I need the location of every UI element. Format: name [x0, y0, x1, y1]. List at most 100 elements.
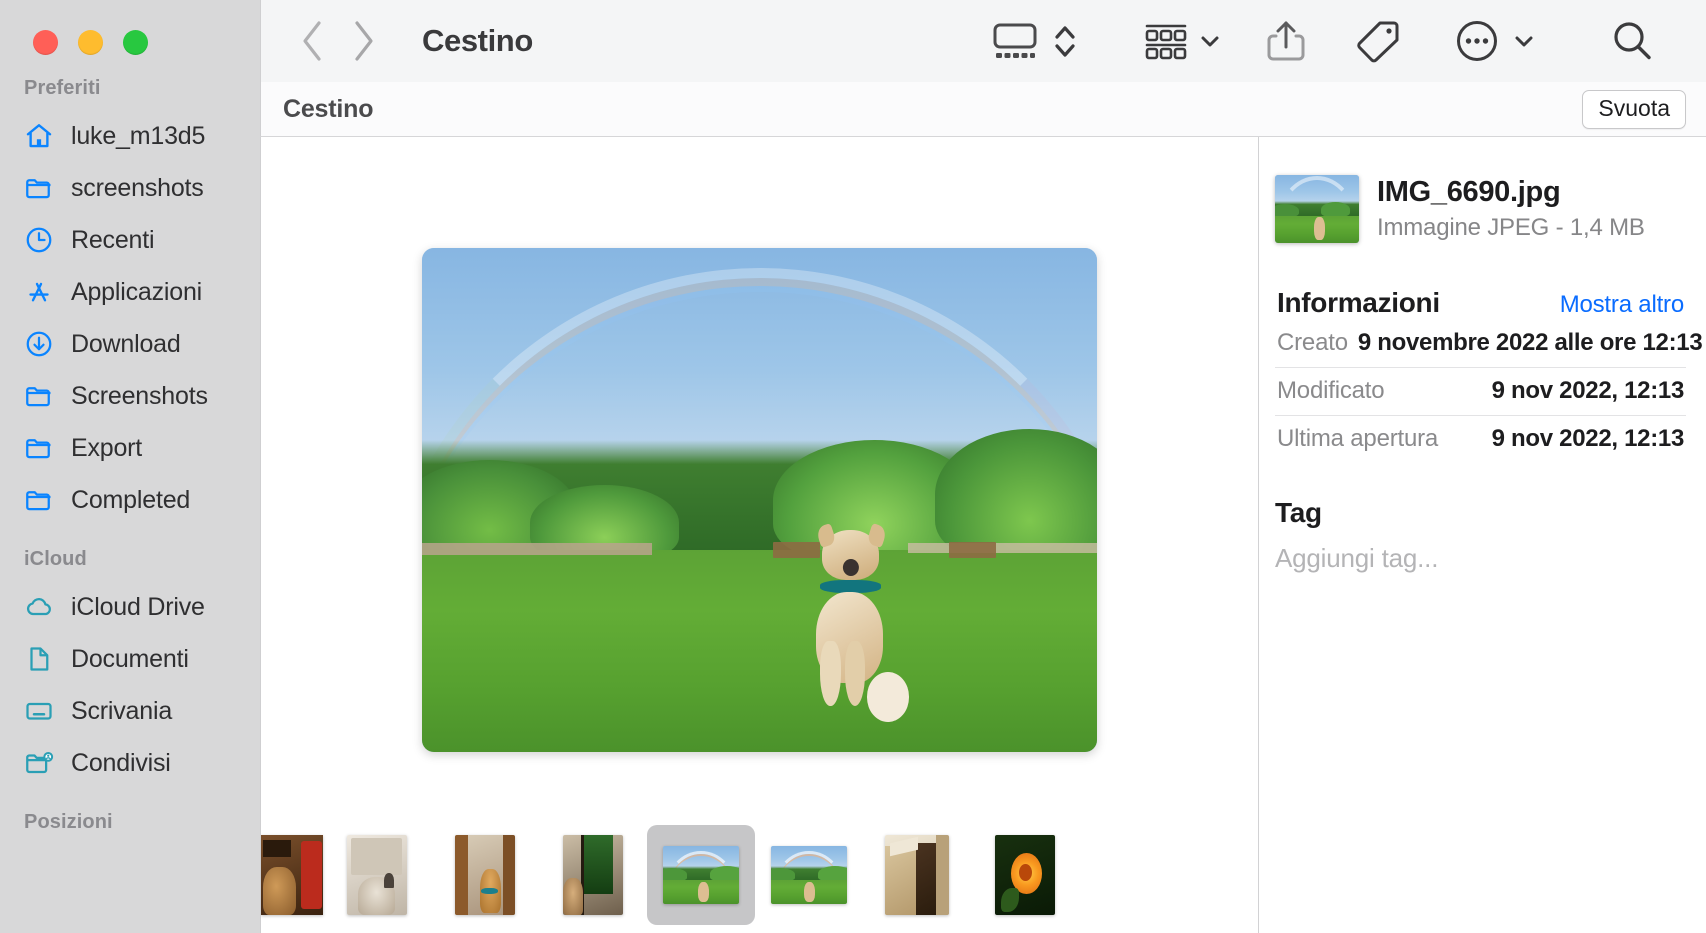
file-meta: Immagine JPEG - 1,4 MB: [1377, 214, 1645, 241]
preview-image[interactable]: [422, 248, 1097, 752]
search-icon[interactable]: [1610, 19, 1654, 63]
sidebar-item-label: Condivisi: [71, 748, 171, 777]
info-section-title: Informazioni: [1277, 287, 1440, 318]
toolbar-right-group: [992, 18, 1706, 64]
info-rows: Creato 9 novembre 2022 alle ore 12:13 Modi…: [1275, 319, 1703, 463]
download-circle-icon: [24, 329, 54, 359]
thumbnail-image: [563, 835, 623, 915]
info-row-value: 9 nov 2022, 12:13: [1491, 425, 1685, 452]
sidebar-item-screenshots[interactable]: screenshots: [0, 162, 260, 214]
folder-icon: [24, 173, 54, 203]
maximize-window-button[interactable]: [123, 30, 148, 55]
gallery-view-icon[interactable]: [992, 21, 1038, 61]
tag-icon[interactable]: [1354, 18, 1402, 64]
thumbnail-strip[interactable]: [261, 825, 1258, 933]
thumbnail-item[interactable]: [261, 825, 323, 925]
sidebar-section-title: iCloud: [24, 548, 87, 570]
sidebar-item-label: Export: [71, 433, 143, 462]
sidebar-item-condivisi[interactable]: Condivisi: [0, 737, 260, 789]
info-row-value: 9 nov 2022, 12:13: [1491, 377, 1685, 404]
sidebar-section-title: Preferiti: [24, 77, 101, 99]
empty-trash-button[interactable]: Svuota: [1582, 89, 1686, 129]
info-row: Ultima apertura 9 nov 2022, 12:13: [1275, 416, 1686, 463]
chevron-down-icon[interactable]: [1198, 29, 1222, 53]
thumbnail-item[interactable]: [971, 825, 1079, 925]
app-store-icon: [24, 277, 54, 307]
toolbar: Cestino: [260, 0, 1706, 82]
sidebar-section-title: Posizioni: [24, 811, 113, 833]
sidebar-item-label: Documenti: [71, 644, 189, 673]
thumbnail-item[interactable]: [863, 825, 971, 925]
navigation-arrows: [299, 19, 377, 63]
document-icon: [24, 644, 54, 674]
sidebar-item-label: Recenti: [71, 225, 155, 254]
info-pane: IMG_6690.jpg Immagine JPEG - 1,4 MB Info…: [1258, 137, 1706, 933]
preview-container: [261, 137, 1258, 825]
share-icon[interactable]: [1266, 18, 1306, 64]
content-area: Cestino Cestino Svuota IMG_6690.jpg Imma…: [260, 0, 1706, 933]
group-items-icon[interactable]: [1144, 21, 1188, 61]
info-row-value: 9 novembre 2022 alle ore 12:13: [1357, 329, 1703, 356]
thumbnail-item[interactable]: [539, 825, 647, 925]
minimize-window-button[interactable]: [78, 30, 103, 55]
shared-folder-icon: [24, 748, 54, 778]
sidebar-item-screenshots[interactable]: Screenshots: [0, 370, 260, 422]
sidebar-item-scrivania[interactable]: Scrivania: [0, 685, 260, 737]
sidebar-item-luke-m13d5[interactable]: luke_m13d5: [0, 110, 260, 162]
chevron-down-icon[interactable]: [1512, 29, 1536, 53]
thumbnail-image: [885, 835, 949, 915]
thumbnail-image: [261, 835, 323, 915]
forward-button[interactable]: [351, 19, 377, 63]
file-thumbnail: [1275, 175, 1359, 243]
folder-icon: [24, 381, 54, 411]
sidebar-item-applicazioni[interactable]: Applicazioni: [0, 266, 260, 318]
sidebar-item-download[interactable]: Download: [0, 318, 260, 370]
sidebar-item-documenti[interactable]: Documenti: [0, 633, 260, 685]
path-bar: Cestino Svuota: [260, 82, 1706, 137]
file-header: IMG_6690.jpg Immagine JPEG - 1,4 MB: [1275, 175, 1686, 243]
sidebar-item-completed[interactable]: Completed: [0, 474, 260, 526]
folder-icon: [24, 485, 54, 515]
sidebar-item-label: Screenshots: [71, 381, 208, 410]
thumbnail-item[interactable]: [431, 825, 539, 925]
traffic-lights: [0, 0, 260, 55]
sidebar-item-recenti[interactable]: Recenti: [0, 214, 260, 266]
file-name: IMG_6690.jpg: [1377, 176, 1561, 208]
info-row-key: Modificato: [1277, 377, 1385, 404]
sidebar: Preferiti luke_m13d5 screenshots Recenti…: [0, 0, 260, 933]
body-area: IMG_6690.jpg Immagine JPEG - 1,4 MB Info…: [260, 137, 1706, 933]
back-button[interactable]: [299, 19, 325, 63]
clock-icon: [24, 225, 54, 255]
thumbnail-item[interactable]: [755, 825, 863, 925]
breadcrumb[interactable]: Cestino: [283, 95, 373, 124]
info-row-key: Creato: [1277, 329, 1348, 356]
sidebar-item-label: iCloud Drive: [71, 592, 205, 621]
tag-input[interactable]: Aggiungi tag...: [1275, 543, 1686, 574]
sidebar-item-label: Applicazioni: [71, 277, 203, 306]
sidebar-item-label: Download: [71, 329, 181, 358]
info-section-header: Informazioni Mostra altro: [1275, 287, 1686, 319]
sidebar-item-label: Completed: [71, 485, 191, 514]
sidebar-item-icloud-drive[interactable]: iCloud Drive: [0, 581, 260, 633]
toolbar-title: Cestino: [422, 23, 533, 58]
tag-section-title: Tag: [1275, 497, 1322, 528]
sidebar-item-label: screenshots: [71, 173, 204, 202]
home-icon: [24, 121, 54, 151]
thumbnail-item-selected[interactable]: [647, 825, 755, 925]
desktop-icon: [24, 696, 54, 726]
cloud-icon: [24, 592, 54, 622]
thumbnail-item[interactable]: [323, 825, 431, 925]
close-window-button[interactable]: [33, 30, 58, 55]
gallery-pane: [260, 137, 1258, 933]
ellipsis-circle-icon[interactable]: [1454, 18, 1500, 64]
folder-icon: [24, 433, 54, 463]
thumbnail-image: [347, 835, 407, 915]
stepper-updown-icon[interactable]: [1052, 19, 1078, 63]
info-row-key: Ultima apertura: [1277, 425, 1439, 452]
thumbnail-image: [455, 835, 515, 915]
sidebar-item-export[interactable]: Export: [0, 422, 260, 474]
show-more-link[interactable]: Mostra altro: [1560, 291, 1685, 319]
info-row: Modificato 9 nov 2022, 12:13: [1275, 368, 1686, 416]
thumbnail-image: [995, 835, 1055, 915]
sidebar-item-label: luke_m13d5: [71, 121, 206, 150]
